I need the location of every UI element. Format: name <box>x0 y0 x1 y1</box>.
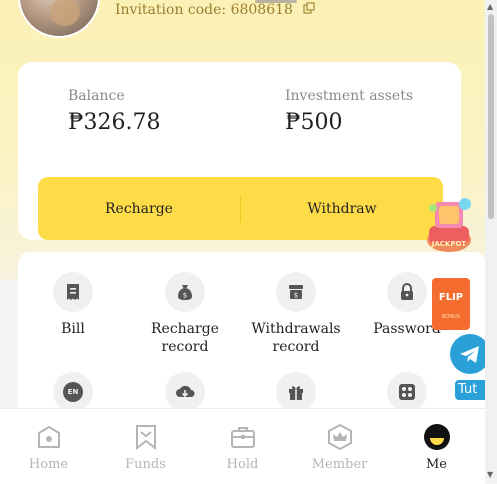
briefcase-icon <box>229 423 257 451</box>
nav-me[interactable]: Me <box>388 409 485 484</box>
nav-label: Member <box>311 457 368 472</box>
balance-block: Balance ₱326.78 <box>68 88 161 135</box>
withdraw-button[interactable]: Withdraw <box>241 201 443 217</box>
bookmark-icon <box>132 423 160 451</box>
copy-icon[interactable] <box>303 2 316 17</box>
nav-home[interactable]: Home <box>0 409 97 484</box>
nav-funds[interactable]: Funds <box>97 409 194 484</box>
scroll-up-icon[interactable]: ▲ <box>487 2 493 11</box>
avatar-hair <box>50 0 80 26</box>
scroll-down-icon[interactable]: ▼ <box>487 470 493 479</box>
menu-item-withdrawals-record[interactable]: $ Withdrawals record <box>241 272 351 356</box>
menu-item-language[interactable]: EN <box>18 372 128 412</box>
flip-label: FLIP <box>438 292 464 303</box>
gift-icon <box>276 372 316 412</box>
language-badge: EN <box>63 382 83 402</box>
investment-label: Investment assets <box>285 88 414 104</box>
nav-member[interactable]: Member <box>291 409 388 484</box>
withdraw-box-icon: $ <box>276 272 316 312</box>
svg-text:$: $ <box>183 292 187 300</box>
telegram-icon <box>460 346 479 363</box>
nav-label: Funds <box>125 457 166 472</box>
nav-label: Hold <box>226 457 259 472</box>
download-cloud-icon <box>165 372 205 412</box>
me-face-icon <box>423 423 451 451</box>
investment-value: ₱500 <box>285 110 343 135</box>
balance-label: Balance <box>68 88 125 104</box>
lock-icon <box>387 272 427 312</box>
menu-item-bill[interactable]: Bill <box>18 272 128 338</box>
menu-label: Bill <box>61 321 85 337</box>
scrollbar-thumb[interactable] <box>488 14 494 219</box>
apps-grid-icon <box>387 372 427 412</box>
flip-sub-label: BONUS <box>442 314 460 320</box>
language-en-icon: EN <box>53 372 93 412</box>
money-bag-icon: $ <box>165 272 205 312</box>
flip-badge[interactable]: FLIP BONUS <box>432 278 470 330</box>
invitation-code-text: Invitation code: 6808618 <box>115 2 293 18</box>
investment-block: Investment assets ₱500 <box>285 88 413 135</box>
bottom-nav: Home Funds Hold Member Me <box>0 408 485 484</box>
crown-icon <box>326 423 354 451</box>
jackpot-badge[interactable]: JACKPOT <box>425 196 473 258</box>
menu-item-apps[interactable] <box>352 372 462 412</box>
balance-value: ₱326.78 <box>68 110 161 135</box>
telegram-button[interactable] <box>450 334 490 374</box>
menu-item-download[interactable] <box>130 372 240 412</box>
svg-text:$: $ <box>294 292 298 300</box>
recharge-button[interactable]: Recharge <box>38 201 240 217</box>
nav-hold[interactable]: Hold <box>194 409 291 484</box>
menu-label: Recharge record <box>151 321 219 355</box>
menu-item-recharge-record[interactable]: $ Recharge record <box>130 272 240 356</box>
bill-icon <box>53 272 93 312</box>
menu-item-gift[interactable] <box>241 372 351 412</box>
invitation-code-row: Invitation code: 6808618 <box>115 2 316 18</box>
menu-label: Withdrawals record <box>251 321 341 355</box>
nav-label: Me <box>425 457 447 472</box>
home-icon <box>35 423 63 451</box>
nav-label: Home <box>28 457 69 472</box>
jackpot-label: JACKPOT <box>431 240 467 248</box>
action-bar: Recharge Withdraw <box>38 177 443 240</box>
